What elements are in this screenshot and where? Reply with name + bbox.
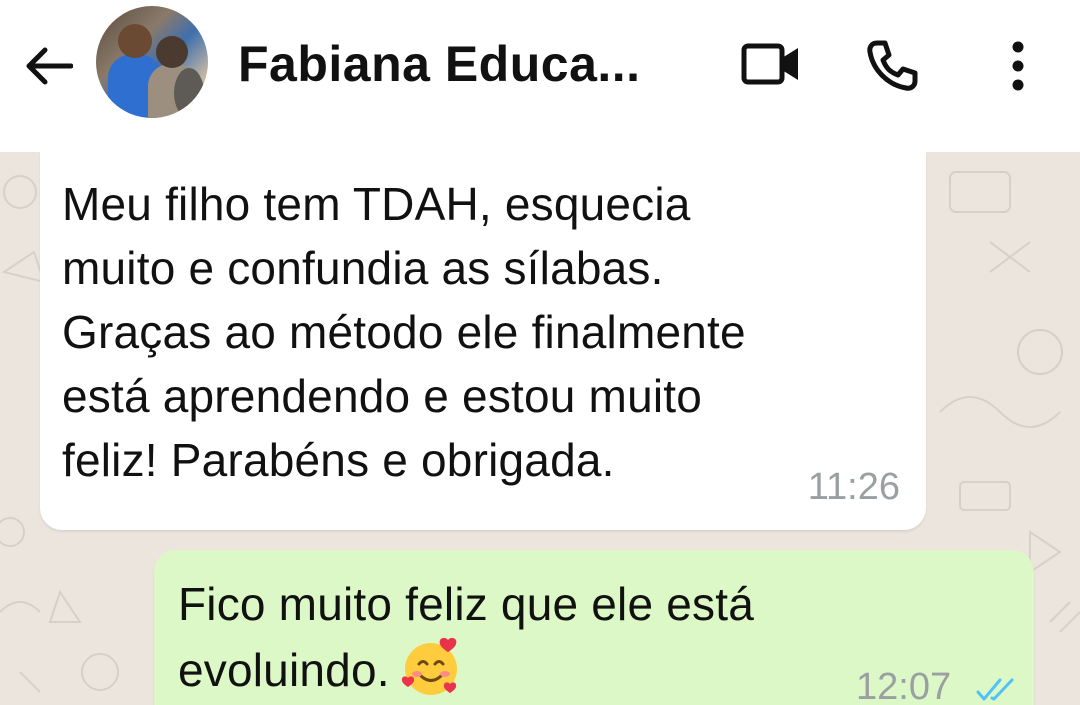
video-camera-icon [741,43,798,85]
message-text-content: Fico muito feliz que ele está evoluindo. [178,578,754,696]
contact-name[interactable]: Fabiana Educa... [238,34,641,94]
contact-avatar[interactable] [96,6,208,118]
double-check-icon [976,678,1014,701]
outgoing-message[interactable]: Fico muito feliz que ele está evoluindo.… [154,550,1034,705]
chat-area[interactable]: Meu filho tem TDAH, esquecia muito e con… [0,152,1080,705]
phone-icon [867,40,918,91]
message-time: 12:07 [856,666,952,705]
arrow-left-icon [26,47,73,85]
more-vertical-icon [1012,41,1024,91]
voice-call-button[interactable] [860,34,924,98]
video-call-button[interactable] [736,36,806,92]
incoming-message[interactable]: Meu filho tem TDAH, esquecia muito e con… [40,152,926,530]
menu-button[interactable] [1000,34,1036,98]
message-text: Meu filho tem TDAH, esquecia muito e con… [62,178,746,486]
smiling-face-with-hearts-icon [400,636,462,698]
message-time: 11:26 [807,466,900,508]
chat-header: Fabiana Educa... [0,0,1080,152]
back-button[interactable] [20,38,76,94]
